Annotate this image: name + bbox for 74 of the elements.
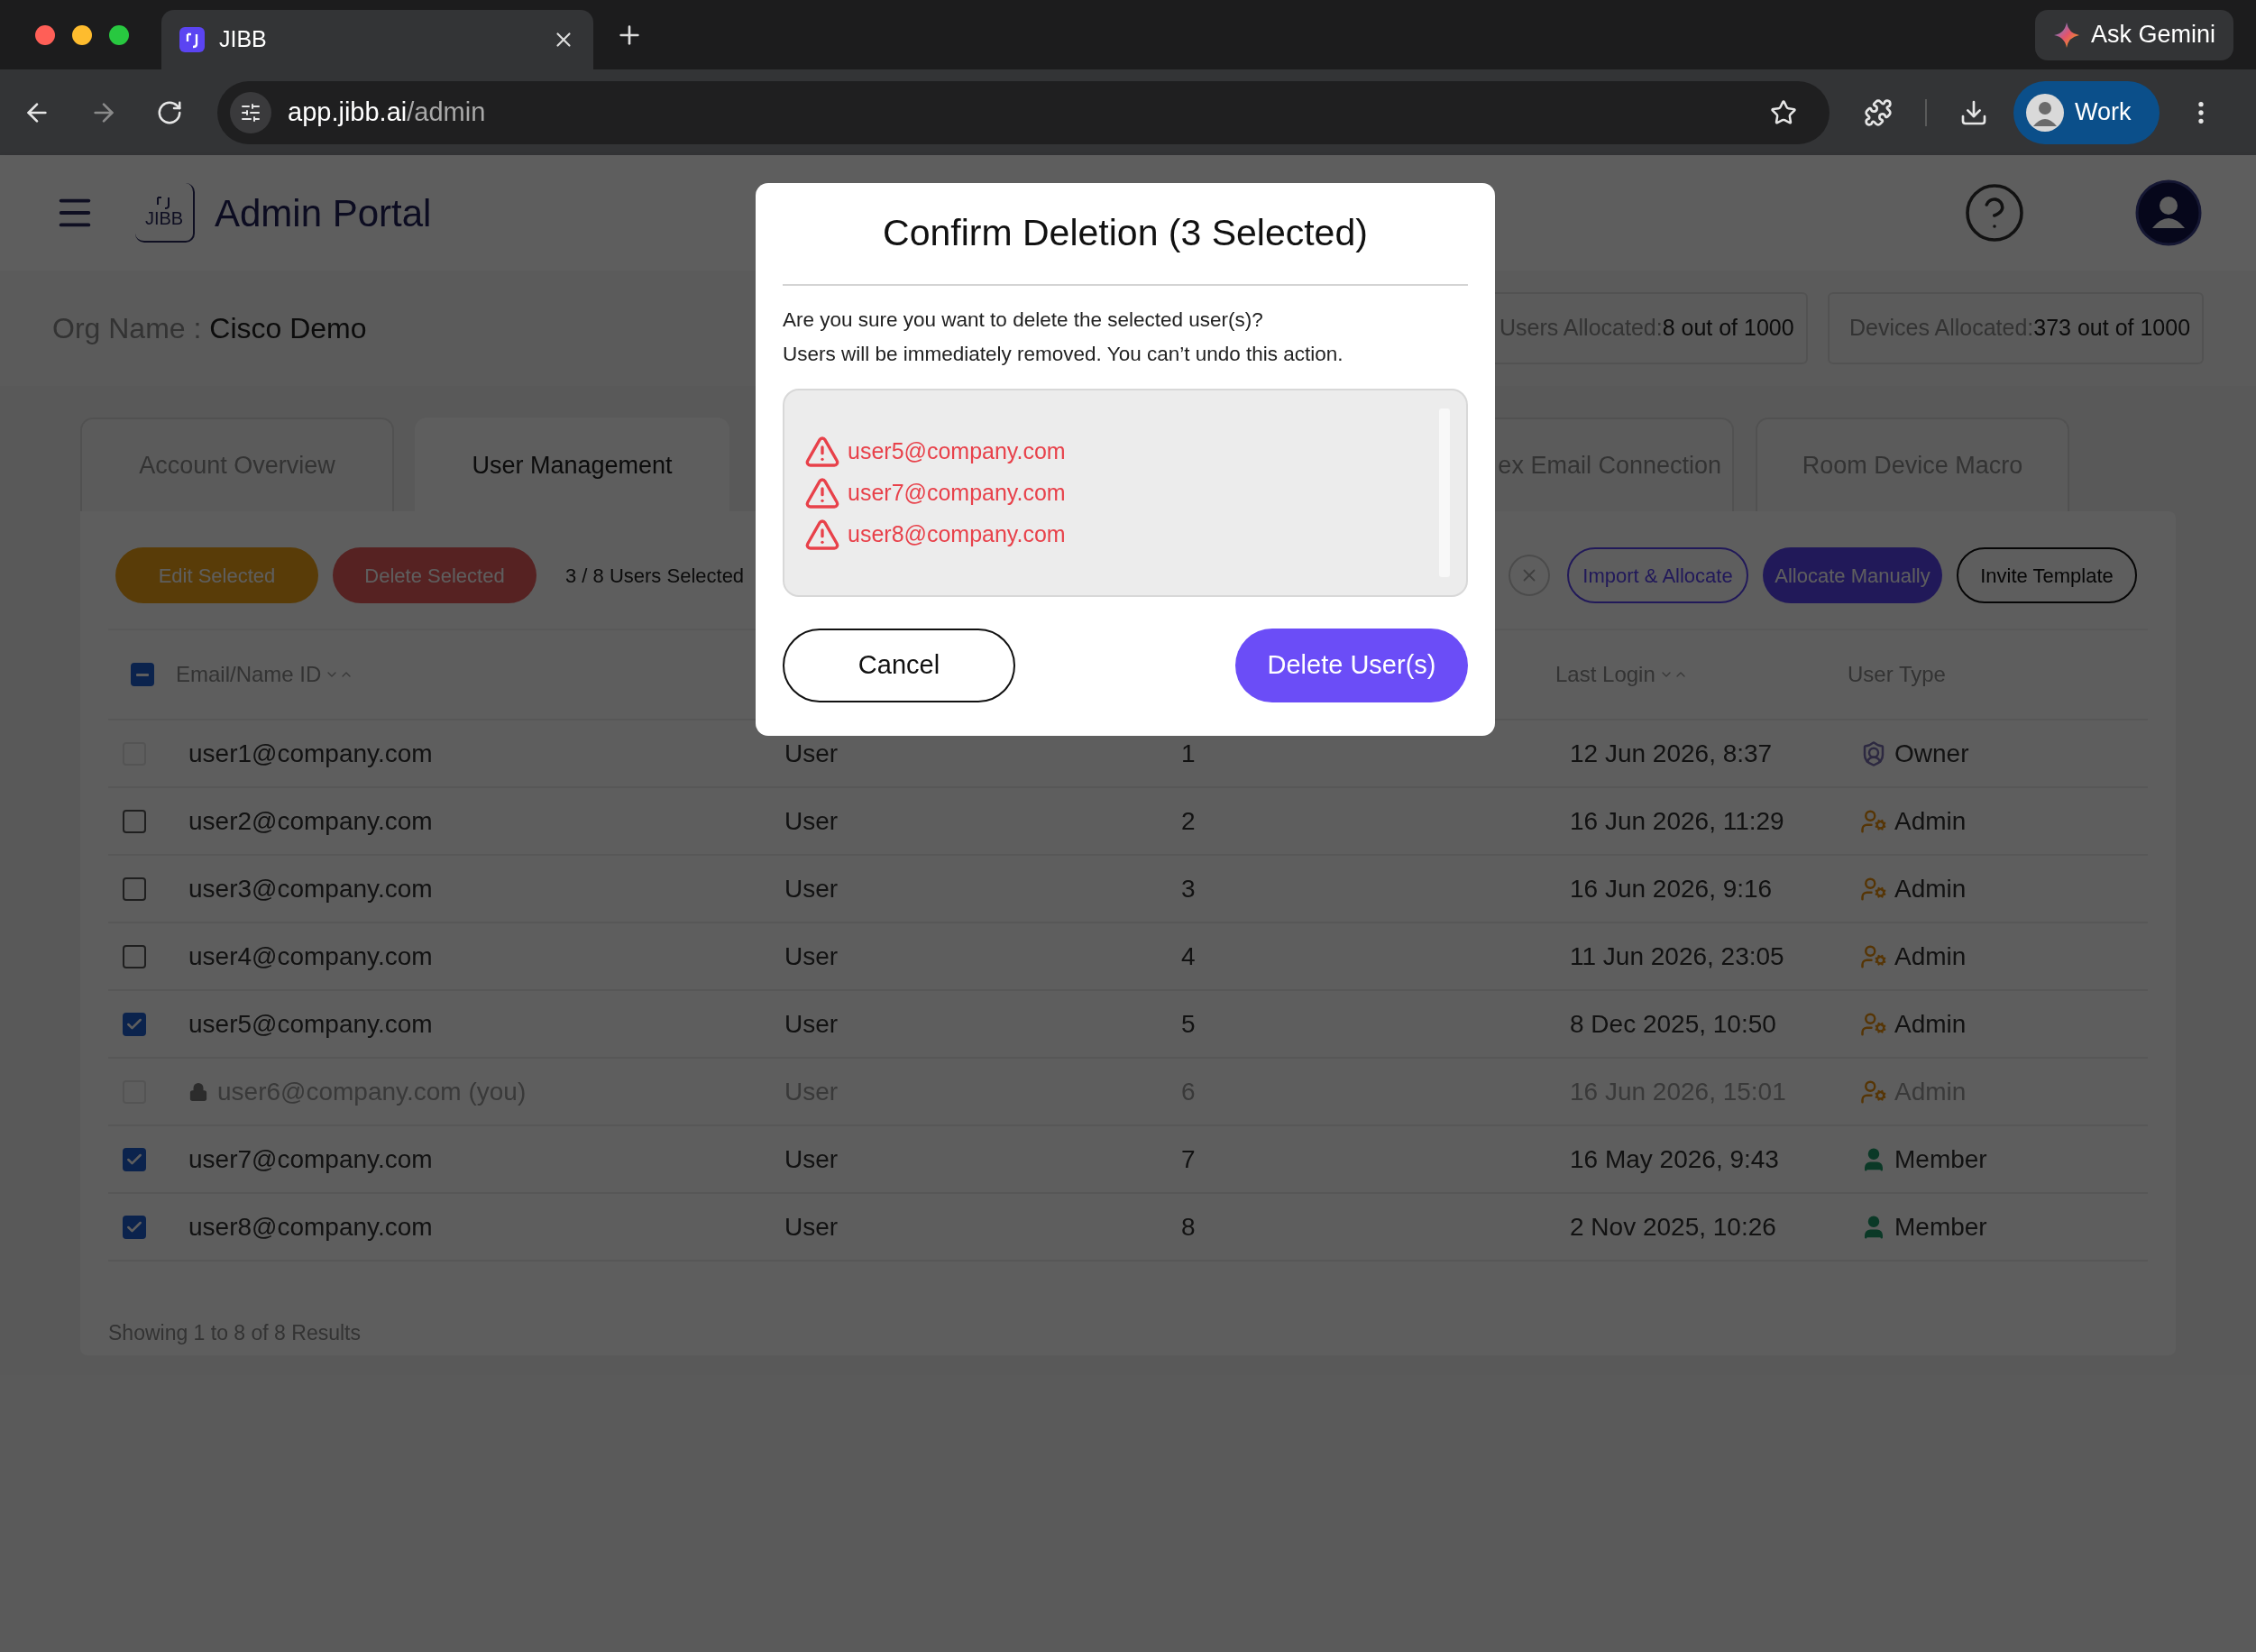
- tab[interactable]: User Management: [415, 418, 729, 511]
- delete-users-button[interactable]: Delete User(s): [1235, 629, 1468, 702]
- last-login-cell: 16 Jun 2026, 11:29: [1570, 806, 1784, 835]
- user-type-cell-text: Member: [1894, 1143, 1987, 1175]
- table-cell: User: [784, 806, 839, 835]
- user-type-cell-text: Admin: [1894, 941, 1967, 972]
- email-cell-text: user1@company.com: [188, 738, 433, 769]
- cancel-button[interactable]: Cancel: [783, 629, 1015, 702]
- edit-selected-button[interactable]: Edit Selected: [115, 547, 318, 603]
- selection-count: 3 / 8 Users Selected: [565, 563, 745, 589]
- allocate-manually-button[interactable]: Allocate Manually: [1763, 547, 1942, 603]
- user-type-cell-text: Admin: [1894, 1008, 1967, 1040]
- profile-button[interactable]: Work: [2013, 80, 2160, 144]
- dialog-title: Confirm Deletion (3 Selected): [883, 211, 1368, 256]
- extensions-icon[interactable]: [1864, 97, 1893, 127]
- table-cell: 2: [1181, 806, 1196, 835]
- bookmark-star-icon[interactable]: [1770, 98, 1797, 126]
- table-cell: User: [784, 1212, 839, 1241]
- email-cell-text: user5@company.com: [188, 1008, 433, 1040]
- browser-tab[interactable]: JIBB: [161, 10, 593, 69]
- user-type-cell-text: Admin: [1894, 805, 1967, 837]
- table-cell: User: [784, 1009, 839, 1038]
- lock-icon: [188, 1081, 208, 1102]
- email-cell-text: user8@company.com: [188, 1211, 433, 1243]
- email-cell-text: user2@company.com: [188, 805, 433, 837]
- user-email: user5@company.com: [848, 436, 1066, 465]
- account-avatar-icon[interactable]: [2135, 179, 2202, 246]
- row-checkbox[interactable]: [123, 876, 146, 901]
- user-email: user7@company.com: [848, 478, 1066, 507]
- table-cell: 4: [1181, 941, 1196, 970]
- dialog-message: Users will be immediately removed. You can’t undo this action.: [783, 342, 1344, 367]
- portal-title: Admin Portal: [215, 190, 432, 236]
- email-cell-text: user4@company.com: [188, 941, 433, 972]
- minus-icon: [136, 673, 149, 676]
- address-field[interactable]: app.jibb.ai/admin: [217, 80, 1830, 144]
- site-favicon: [179, 27, 205, 52]
- user-email: user8@company.com: [848, 519, 1066, 548]
- logo-text: JIBB: [144, 209, 184, 227]
- ask-gemini-button[interactable]: Ask Gemini: [2034, 9, 2233, 60]
- url-text: app.jibb.ai/admin: [288, 96, 486, 128]
- table-cell: 7: [1181, 1144, 1196, 1173]
- table-cell: User: [784, 941, 839, 970]
- table-cell: 5: [1181, 1009, 1196, 1038]
- row-checkbox[interactable]: [123, 809, 146, 833]
- user-type-cell-text: Admin: [1894, 873, 1967, 904]
- last-login-cell: 11 Jun 2026, 23:05: [1570, 941, 1784, 970]
- logo-mark-icon: [156, 197, 172, 209]
- select-all-checkbox[interactable]: [131, 663, 154, 686]
- import-allocate-button[interactable]: Import & Allocate: [1567, 547, 1748, 603]
- table-cell: User: [784, 739, 839, 767]
- avatar-icon: [2026, 93, 2064, 132]
- invite-template-button[interactable]: Invite Template: [1957, 547, 2137, 603]
- row-checkbox[interactable]: [123, 1012, 146, 1036]
- last-login-cell: 16 May 2026, 9:43: [1570, 1144, 1779, 1173]
- user-type-cell-text: Member: [1894, 1211, 1987, 1243]
- row-checkbox[interactable]: [123, 1215, 146, 1239]
- tab-title: JIBB: [219, 25, 268, 54]
- dialog-message: Are you sure you want to delete the selected user(s)?: [783, 307, 1264, 333]
- table-cell: 8: [1181, 1212, 1196, 1241]
- clear-search-button[interactable]: [1509, 555, 1550, 596]
- last-login-cell: 2 Nov 2025, 10:26: [1570, 1212, 1776, 1241]
- site-settings-icon[interactable]: [230, 91, 271, 133]
- email-cell-text: user7@company.com: [188, 1143, 433, 1175]
- row-checkbox[interactable]: [123, 944, 146, 968]
- table-cell: User: [784, 1144, 839, 1173]
- last-login-cell: 16 Jun 2026, 9:16: [1570, 874, 1773, 903]
- table-cell: 1: [1181, 739, 1196, 767]
- last-login-cell: 12 Jun 2026, 8:37: [1570, 739, 1773, 767]
- user-type-cell-text: Owner: [1894, 738, 1969, 769]
- table-cell: User: [784, 874, 839, 903]
- row-checkbox[interactable]: [123, 1147, 146, 1171]
- last-login-cell: 8 Dec 2025, 10:50: [1570, 1009, 1776, 1038]
- table-cell: 3: [1181, 874, 1196, 903]
- email-cell-text: user3@company.com: [188, 873, 433, 904]
